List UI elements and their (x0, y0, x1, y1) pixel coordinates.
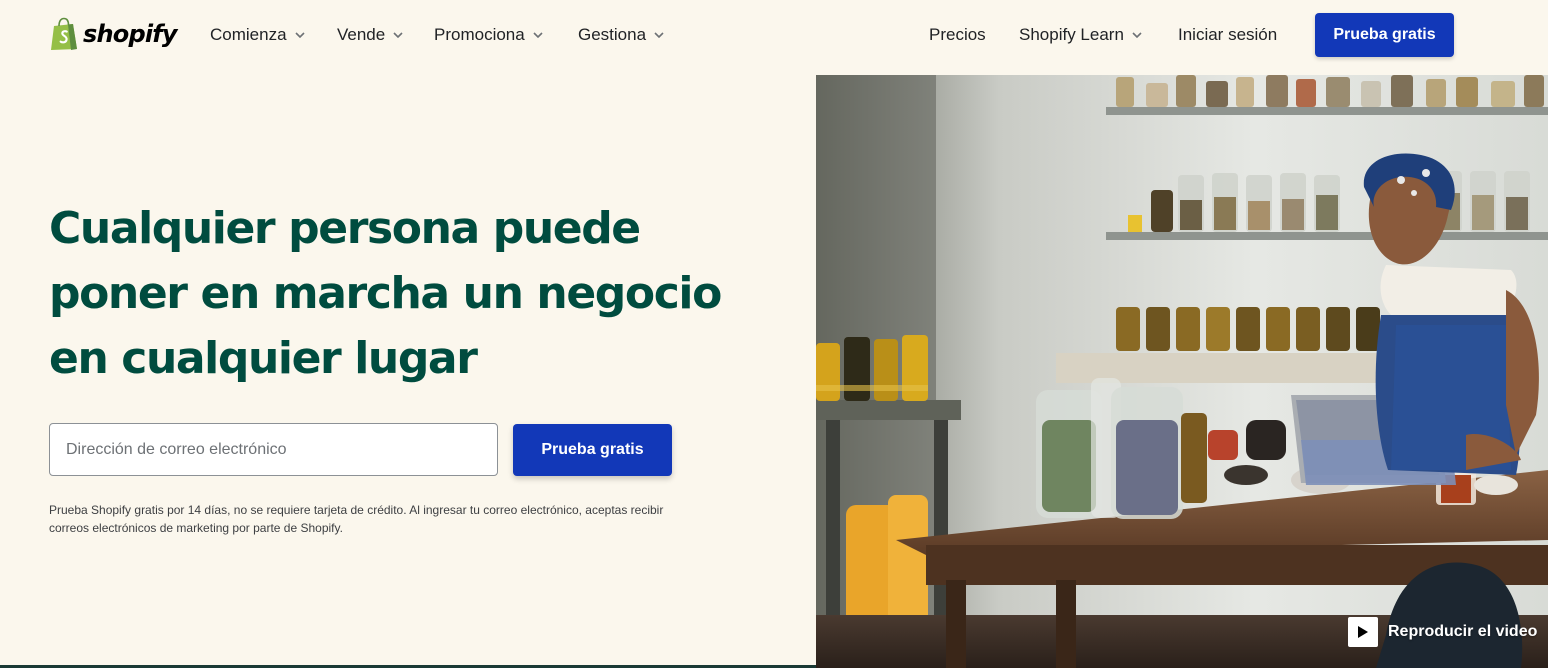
nav-shopify-learn[interactable]: Shopify Learn (1019, 22, 1142, 48)
nav-label: Comienza (210, 25, 287, 44)
nav-label: Precios (929, 25, 986, 44)
shop-scene-illustration (816, 75, 1548, 668)
chevron-down-icon (294, 32, 305, 38)
play-icon (1348, 617, 1378, 647)
chevron-down-icon (1132, 32, 1142, 38)
video-label: Reproducir el video (1388, 623, 1538, 640)
nav-label: Vende (337, 25, 386, 44)
trial-disclaimer: Prueba Shopify gratis por 14 días, no se… (49, 503, 664, 535)
nav-label: Promociona (434, 25, 525, 44)
shopping-bag-icon (51, 17, 77, 50)
chevron-down-icon (393, 32, 403, 38)
nav-precios[interactable]: Precios (929, 22, 986, 48)
nav-label: Shopify Learn (1019, 25, 1124, 44)
nav-label: Iniciar sesión (1178, 25, 1278, 44)
play-video-button[interactable]: Reproducir el video (1348, 617, 1537, 647)
nav-vende[interactable]: Vende (337, 22, 403, 48)
header-free-trial-button[interactable]: Prueba gratis (1315, 13, 1454, 57)
site-header: shopify Comienza Vende Promociona Gestio… (0, 0, 1548, 72)
nav-iniciar-sesion[interactable]: Iniciar sesión (1178, 22, 1277, 48)
email-input[interactable] (49, 423, 498, 476)
nav-label: Gestiona (578, 25, 647, 44)
headline-line: en cualquier lugar (49, 333, 478, 384)
hero-image: Reproducir el video (816, 75, 1548, 668)
nav-gestiona[interactable]: Gestiona (578, 22, 664, 48)
headline-line: Cualquier persona puede (49, 203, 641, 254)
nav-promociona[interactable]: Promociona (434, 22, 543, 48)
chevron-down-icon (654, 32, 664, 38)
brand-name: shopify (83, 20, 178, 48)
nav-comienza[interactable]: Comienza (210, 22, 305, 48)
shopify-logo[interactable]: shopify (49, 15, 178, 53)
headline-line: poner en marcha un negocio (49, 268, 722, 319)
chevron-down-icon (533, 32, 543, 38)
hero-headline: Cualquier persona puede poner en marcha … (49, 196, 769, 391)
hero-free-trial-button[interactable]: Prueba gratis (513, 424, 672, 476)
